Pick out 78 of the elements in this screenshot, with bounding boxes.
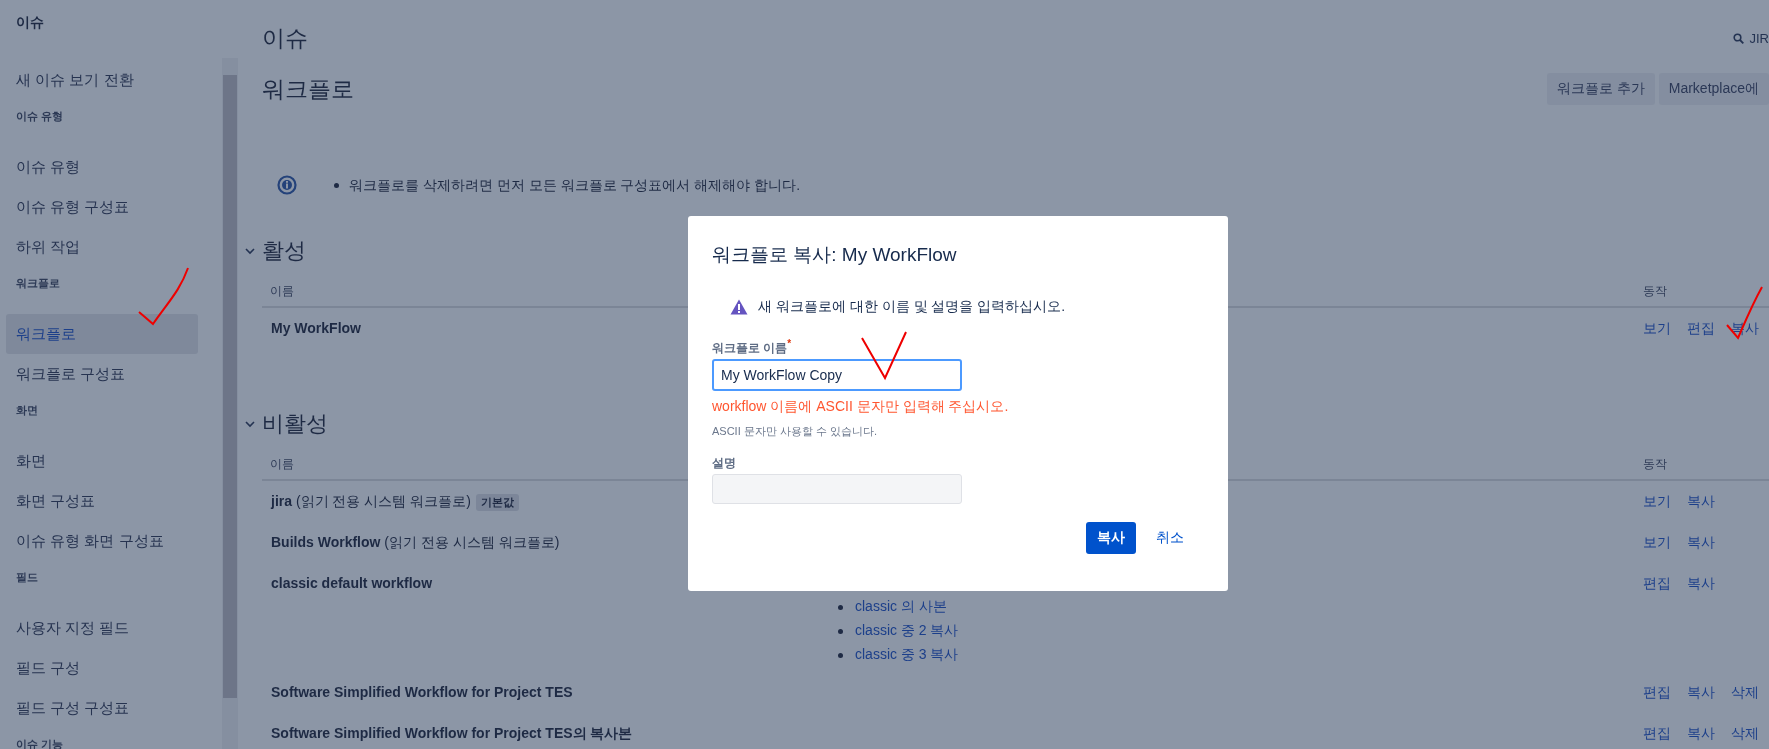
action-link[interactable]: 복사 [1687,725,1715,743]
page-title: 이슈 [262,23,308,53]
search-link[interactable]: JIR [1732,30,1769,46]
sidebar-title: 이슈 [15,14,45,32]
sidebar-heading: 워크플로 [16,277,60,291]
sidebar-item[interactable]: 워크플로 [6,314,198,354]
annotation-checkmark [861,331,907,381]
bullet-icon [838,628,843,634]
workflow-name-field[interactable]: My WorkFlow Copy [712,359,962,391]
sidebar-item[interactable]: 새 이슈 보기 전환 [6,60,198,100]
action-link[interactable]: 복사 [1687,575,1715,593]
sidebar-heading: 이슈 유형 [16,110,64,124]
sidebar-item[interactable]: 이슈 유형 구성표 [6,187,198,227]
action-link[interactable]: 복사 [1687,534,1715,552]
section-title: 비활성 [262,410,328,438]
header-button[interactable]: 워크플로 추가 [1546,73,1655,105]
sidebar-item[interactable]: 필드 구성 구성표 [6,688,198,728]
action-link[interactable]: 삭제 [1731,725,1759,743]
scrollbar[interactable] [222,58,238,749]
action-link[interactable]: 보기 [1643,534,1671,552]
action-link[interactable]: 편집 [1687,320,1715,338]
warning-icon [730,299,748,315]
sidebar-item[interactable]: 워크플로 구성표 [6,354,198,394]
action-link[interactable]: 편집 [1643,684,1671,702]
column-header: 동작 [1643,456,1667,473]
cancel-button[interactable]: 취소 [1146,522,1194,554]
search-label: JIR [1749,30,1769,46]
search-icon [1732,32,1744,44]
action-link[interactable]: 복사 [1687,493,1715,511]
warning-message: 새 워크플로에 대한 이름 및 설명을 입력하십시오. [758,298,1066,316]
workflow-name: My WorkFlow [271,320,361,336]
sidebar-heading: 필드 [16,571,38,585]
sidebar-item[interactable]: 하위 작업 [6,227,198,267]
copy-button[interactable]: 복사 [1086,522,1136,554]
action-link[interactable]: 보기 [1643,493,1671,511]
sidebar-item[interactable]: 화면 구성표 [6,481,198,521]
description-field[interactable] [712,474,962,504]
column-header: 동작 [1643,283,1667,300]
bullet-icon [334,182,339,188]
page-heading: 워크플로 [262,74,354,104]
field-label: 워크플로 이름 [712,341,788,355]
workflow-name: Software Simplified Workflow for Project TES [271,684,573,700]
sidebar-item[interactable]: 화면 [6,441,198,481]
chevron-icon[interactable] [244,245,256,257]
workflow-name: classic default workflow [271,575,433,591]
action-link[interactable]: 복사 [1687,684,1715,702]
bullet-icon [838,652,843,658]
error-message: workflow 이름에 ASCII 문자만 입력해 주십시오. [712,398,1010,416]
header-button[interactable]: Marketplace에 [1658,73,1769,105]
workflow-name: Software Simplified Workflow for Project TES의 복사본 [271,725,633,743]
annotation-checkmark [138,267,189,325]
sidebar-heading: 이슈 기능 [16,738,64,749]
column-header: 이름 [270,283,294,300]
column-header: 이름 [270,456,294,473]
sidebar-item[interactable]: 이슈 유형 화면 구성표 [6,521,198,561]
info-icon [277,175,297,195]
action-link[interactable]: 삭제 [1731,684,1759,702]
default-badge: 기본값 [475,493,519,511]
scheme-link[interactable]: classic 의 사본 [855,598,947,616]
action-link[interactable]: 편집 [1643,725,1671,743]
required-mark: * [787,338,792,349]
section-title: 활성 [262,237,306,265]
chevron-icon[interactable] [244,418,256,430]
workflow-name: Builds Workflow (읽기 전용 시스템 워크플로) [271,534,560,552]
sidebar-item[interactable]: 사용자 지정 필드 [6,608,198,648]
bullet-icon [838,604,843,610]
scheme-link[interactable]: classic 중 2 복사 [855,622,959,640]
field-hint: ASCII 문자만 사용할 수 있습니다. [712,424,878,439]
sidebar-item[interactable]: 필드 구성 [6,648,198,688]
workflow-name: jira (읽기 전용 시스템 워크플로) [271,493,471,511]
action-link[interactable]: 편집 [1643,575,1671,593]
scheme-link[interactable]: classic 중 3 복사 [855,646,959,664]
info-message: 워크플로를 삭제하려면 먼저 모든 워크플로 구성표에서 해제해야 합니다. [349,176,801,194]
action-link[interactable]: 보기 [1643,320,1671,338]
sidebar-item[interactable]: 이슈 유형 [6,147,198,187]
dialog-title: 워크플로 복사: My WorkFlow [712,243,958,267]
field-label: 설명 [712,456,736,470]
sidebar-heading: 화면 [16,404,38,418]
